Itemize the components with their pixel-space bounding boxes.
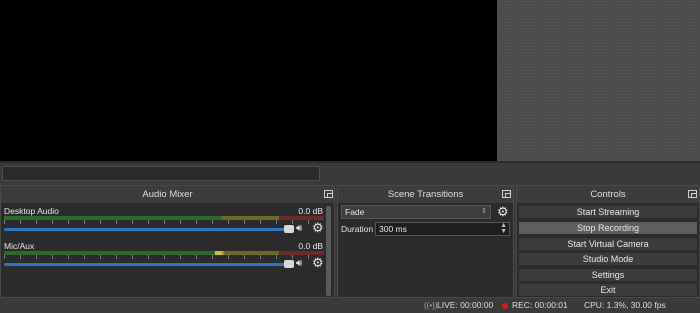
gear-icon[interactable]: ⚙ — [312, 256, 324, 269]
transition-select[interactable]: Fade ⇕ — [341, 205, 491, 219]
studio-mode-button[interactable]: Studio Mode — [518, 252, 698, 266]
volume-slider-handle[interactable] — [284, 225, 294, 233]
controls-title: Controls — [517, 186, 699, 203]
channel-db: 0.0 dB — [298, 241, 323, 251]
audio-mixer-dock: Audio Mixer Desktop Audio 0.0 dB 🔊︎ ⚙ Mi… — [0, 185, 335, 298]
channel-db: 0.0 dB — [298, 206, 323, 216]
audio-mixer-title: Audio Mixer — [1, 186, 334, 203]
duration-label: Duration — [341, 224, 374, 234]
mixer-scrollbar[interactable] — [326, 206, 331, 296]
exit-button[interactable]: Exit — [518, 283, 698, 297]
settings-button[interactable]: Settings — [518, 268, 698, 282]
live-status: LIVE: 00:00:00 — [437, 300, 494, 310]
undock-icon[interactable] — [688, 190, 697, 198]
undock-icon[interactable] — [502, 190, 511, 198]
scene-transitions-dock: Scene Transitions Fade ⇕ ⚙ Duration 300 … — [337, 185, 514, 298]
select-arrows-icon: ⇕ — [481, 208, 487, 215]
broadcast-icon: ((•)) — [424, 301, 438, 310]
meter-ticks — [4, 220, 324, 224]
transition-selected: Fade — [345, 207, 365, 217]
meter-ticks — [4, 255, 324, 259]
volume-slider[interactable] — [4, 228, 292, 231]
volume-slider-handle[interactable] — [284, 260, 294, 268]
spinner-icon[interactable]: ▲ ▼ — [500, 222, 507, 235]
gear-icon[interactable]: ⚙ — [497, 205, 509, 219]
start-virtual-camera-button[interactable]: Start Virtual Camera — [518, 237, 698, 251]
speaker-icon[interactable]: 🔊︎ — [296, 223, 308, 234]
record-dot-icon — [502, 303, 508, 309]
controls-dock: Controls Start Streaming Stop Recording … — [516, 185, 700, 298]
undock-icon[interactable] — [324, 190, 333, 198]
preview-canvas[interactable] — [0, 0, 497, 161]
gear-icon[interactable]: ⚙ — [312, 221, 324, 234]
duration-value: 300 ms — [379, 224, 407, 234]
start-streaming-button[interactable]: Start Streaming — [518, 205, 698, 219]
stop-recording-button[interactable]: Stop Recording — [518, 221, 698, 235]
rec-status: REC: 00:00:01 — [512, 300, 568, 310]
scene-transitions-title: Scene Transitions — [338, 186, 513, 203]
duration-input[interactable]: 300 ms ▲ ▼ — [375, 222, 510, 236]
status-bar: ((•)) LIVE: 00:00:00 REC: 00:00:01 CPU: … — [0, 298, 700, 313]
channel-name: Desktop Audio — [4, 206, 59, 216]
volume-slider[interactable] — [4, 263, 292, 266]
source-context-field[interactable] — [2, 166, 320, 181]
channel-name: Mic/Aux — [4, 241, 35, 251]
speaker-icon[interactable]: 🔊︎ — [296, 258, 308, 269]
cpu-status: CPU: 1.3%, 30.00 fps — [584, 300, 666, 310]
